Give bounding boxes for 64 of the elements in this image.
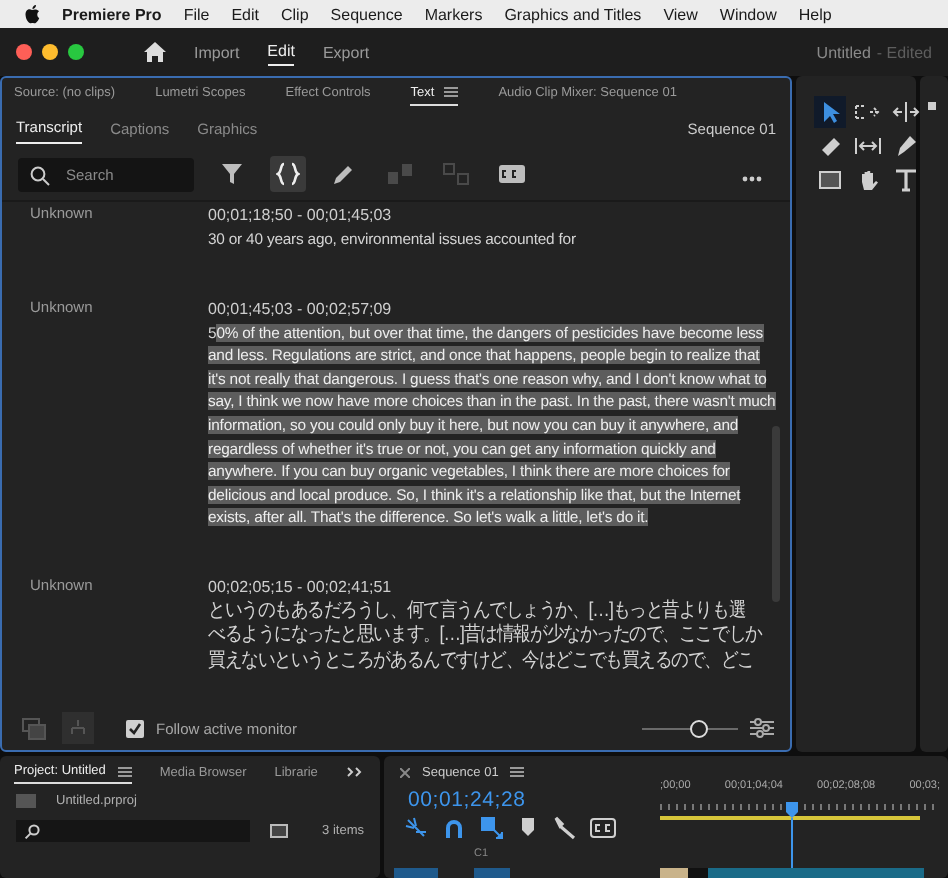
type-icon — [894, 168, 918, 192]
braces-icon — [276, 162, 300, 186]
hand-icon — [856, 168, 880, 192]
menu-item[interactable]: Help — [798, 5, 832, 23]
slip-icon — [854, 134, 882, 158]
document-title: Untitled — [816, 43, 871, 61]
timecode-range: 00;01;45;03 - 00;02;57;09 — [208, 297, 394, 322]
home-icon — [144, 42, 166, 62]
menu-item[interactable]: Markers — [424, 5, 483, 23]
stack-icon — [22, 717, 46, 739]
split-icon — [442, 162, 470, 186]
merge-icon — [386, 162, 414, 186]
razor-icon — [818, 134, 842, 158]
follow-checkbox[interactable] — [126, 719, 144, 737]
arrow-icon — [818, 100, 842, 124]
tool-button[interactable] — [890, 96, 922, 128]
menu-icon — [444, 86, 459, 98]
search-field[interactable] — [16, 820, 250, 842]
timecode[interactable]: 00;01;24;28 — [384, 788, 948, 812]
nest-icon — [404, 816, 428, 840]
menu-icon — [510, 766, 525, 778]
timecode-range: 00;01;18;50 - 00;01;45;03 — [208, 204, 394, 228]
filter-icon — [220, 162, 244, 186]
workspace-tab[interactable]: Edit — [267, 38, 295, 66]
search-icon — [30, 165, 50, 185]
bin-icon — [16, 794, 36, 808]
document-status: - Edited — [876, 43, 932, 61]
settings-icon — [750, 716, 774, 740]
tool-button[interactable] — [814, 96, 846, 128]
menu-item[interactable]: Graphics and Titles — [504, 5, 642, 23]
new-bin-icon — [270, 824, 288, 838]
menu-item[interactable]: File — [183, 5, 210, 23]
menu-item[interactable]: Clip — [281, 5, 309, 23]
app-menu[interactable]: Premiere Pro — [62, 5, 162, 23]
linked-selection-icon — [480, 816, 504, 840]
pen-icon — [894, 134, 918, 158]
check-icon — [128, 721, 142, 735]
tool-button[interactable] — [890, 164, 922, 196]
close-icon — [400, 767, 410, 777]
menu-item[interactable]: Window — [719, 5, 777, 23]
nodes-icon — [68, 718, 88, 738]
toolbar-button[interactable] — [270, 156, 306, 192]
captions-icon — [498, 164, 526, 184]
transcript-text[interactable]: というのもあるだろうし、何て言うんでしょうか、[…]もっと昔よりも選 べるようになったと思います。[…]昔は情報が少なかったので、ここでしか 買えないというところがあるんですけど、今はどこでも買えるので、どこ — [208, 599, 762, 675]
slider-thumb[interactable] — [689, 719, 708, 737]
menu-icon — [117, 765, 132, 777]
track-select-icon — [854, 100, 882, 124]
timecode-range: 00;02;05;15 - 00;02;41;51 — [208, 575, 394, 600]
magnet-icon — [442, 816, 466, 840]
menu-item[interactable]: Sequence — [330, 5, 403, 23]
marker-icon — [518, 816, 538, 840]
wrench-icon — [552, 816, 576, 840]
workspace-tab[interactable]: Export — [322, 39, 370, 65]
ripple-edit-icon — [892, 100, 920, 124]
workspace-tab[interactable]: Import — [194, 39, 240, 65]
menu-item[interactable]: View — [663, 5, 698, 23]
more-icon — [742, 176, 762, 182]
overflow-icon — [345, 766, 362, 778]
rectangle-icon — [818, 168, 842, 192]
captions-icon — [590, 818, 616, 838]
search-icon — [24, 823, 40, 839]
pencil-icon — [332, 162, 356, 186]
apple-icon — [24, 4, 40, 24]
menu-item[interactable]: Edit — [231, 5, 259, 23]
